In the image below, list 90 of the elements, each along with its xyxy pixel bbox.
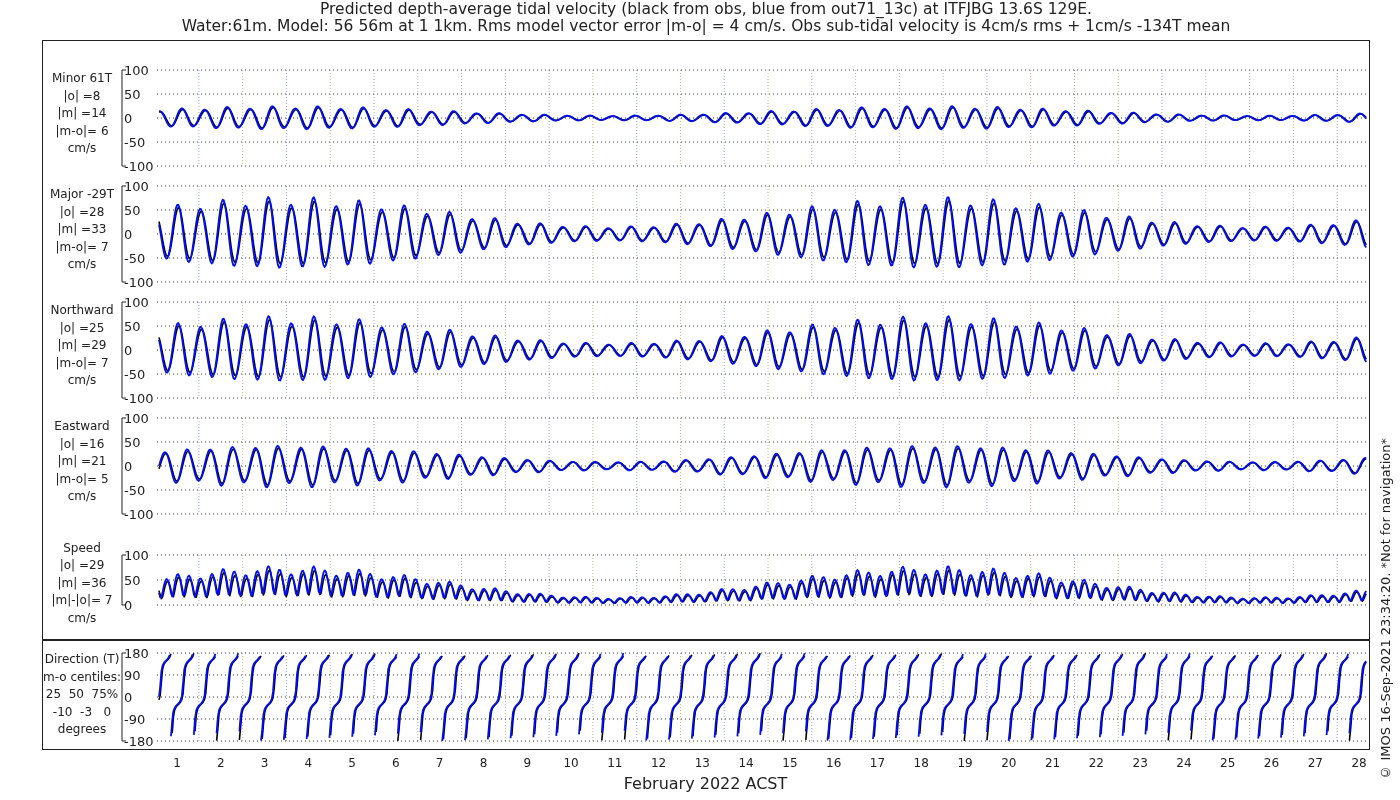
x-tick-label: 21 xyxy=(1044,756,1061,770)
x-tick-label: 23 xyxy=(1132,756,1148,770)
y-tick-label: 50 xyxy=(124,86,141,102)
y-tick-label: 0 xyxy=(124,342,133,358)
stat-label: cm/s xyxy=(67,140,97,158)
x-tick-label: 11 xyxy=(607,756,623,770)
stat-label: -10 -3 0 xyxy=(52,703,112,721)
credit-text: © IMOS 16-Sep-2021 23:34:20. *Not for navigation* xyxy=(1377,438,1393,780)
stat-label: Eastward xyxy=(54,418,110,436)
x-tick-label: 22 xyxy=(1088,756,1104,770)
x-tick-label: 3 xyxy=(260,756,269,770)
x-tick-label: 24 xyxy=(1176,756,1192,770)
y-tick-label: 50 xyxy=(124,318,141,334)
stat-label: |m|-|o|= 7 xyxy=(51,592,113,610)
x-tick-label: 4 xyxy=(304,756,313,770)
y-tick-label: -100 xyxy=(124,274,154,288)
stat-label: |m| =33 xyxy=(57,221,107,239)
x-tick-label: 25 xyxy=(1220,756,1236,770)
y-tick-label: 50 xyxy=(124,202,141,218)
y-tick-label: 90 xyxy=(124,667,141,683)
y-tick-label: 0 xyxy=(124,597,133,613)
y-tick-label: -50 xyxy=(124,482,146,498)
stat-label: |m| =21 xyxy=(57,453,107,471)
y-tick-label: 0 xyxy=(124,110,133,126)
stat-label: |m-o|= 5 xyxy=(55,470,109,488)
y-tick-label: 0 xyxy=(124,458,133,474)
x-tick-label: 16 xyxy=(826,756,842,770)
stat-label: |o| =28 xyxy=(59,203,105,221)
y-tick-label: 100 xyxy=(124,410,149,426)
x-tick-label: 1 xyxy=(173,756,181,770)
y-tick-label: -50 xyxy=(124,250,146,266)
stat-label: |m-o|= 6 xyxy=(55,122,109,140)
y-tick-label: 50 xyxy=(124,572,141,588)
x-tick-label: 9 xyxy=(523,756,532,770)
x-tick-label: 5 xyxy=(348,756,356,770)
x-tick-label: 13 xyxy=(694,756,710,770)
x-tick-label: 6 xyxy=(392,756,400,770)
stat-label: Direction (T) xyxy=(44,651,120,669)
y-tick-label: 50 xyxy=(124,434,141,450)
x-tick-label: 17 xyxy=(869,756,886,770)
stat-label: Northward xyxy=(50,302,114,320)
y-tick-label: -90 xyxy=(124,711,146,727)
x-tick-label: 2 xyxy=(216,756,225,770)
y-tick-label: 0 xyxy=(124,226,133,242)
stat-label: |m-o|= 7 xyxy=(55,238,109,256)
stat-label: |o| =29 xyxy=(59,557,105,575)
y-tick-label: -100 xyxy=(124,390,154,404)
x-tick-label: 28 xyxy=(1351,756,1367,770)
y-tick-label: -50 xyxy=(124,366,146,382)
x-tick-label: 19 xyxy=(957,756,973,770)
stat-label: |o| =8 xyxy=(63,87,101,105)
chart-title: Water:61m. Model: 56 56m at 1 1km. Rms model vector error |m-o| = 4 cm/s. Obs sub-tidal velocity is 4cm/s rms + 1cm/s -134T mean xyxy=(181,18,1231,35)
y-tick-label: 100 xyxy=(124,62,149,78)
x-tick-label: 10 xyxy=(563,756,579,770)
stat-label: |m| =29 xyxy=(57,337,107,355)
chart-title: Predicted depth-average tidal velocity (black from obs, blue from out71_13c) at ITFJBG 13.6S 129E. xyxy=(320,1,1092,18)
y-tick-label: 0 xyxy=(124,689,133,705)
x-tick-label: 15 xyxy=(782,756,798,770)
x-tick-label: 12 xyxy=(650,756,667,770)
x-tick-label: 18 xyxy=(913,756,929,770)
stat-label: cm/s xyxy=(67,488,97,506)
x-tick-label: 14 xyxy=(738,756,754,770)
x-axis-label: February 2022 ACST xyxy=(623,774,788,793)
stat-label: Minor 61T xyxy=(52,70,112,88)
y-tick-label: 100 xyxy=(124,178,149,194)
x-tick-label: 20 xyxy=(1001,756,1017,770)
y-tick-label: -100 xyxy=(124,158,154,172)
stat-label: |m-o|= 7 xyxy=(55,354,109,372)
y-tick-label: 100 xyxy=(124,294,149,310)
x-tick-label: 26 xyxy=(1263,756,1280,770)
y-tick-label: -50 xyxy=(124,134,146,150)
stat-label: Speed xyxy=(63,539,101,557)
stat-label: cm/s xyxy=(67,372,97,390)
stat-label: |m| =36 xyxy=(57,574,107,592)
stat-label: degrees xyxy=(57,721,107,739)
x-tick-label: 27 xyxy=(1307,756,1323,770)
stat-label: |o| =16 xyxy=(59,435,105,453)
y-tick-label: 100 xyxy=(124,547,149,563)
y-tick-label: 180 xyxy=(124,645,149,661)
x-tick-label: 8 xyxy=(479,756,488,770)
stat-label: |m| =14 xyxy=(57,105,107,123)
stat-label: 25 50 75% xyxy=(45,686,119,704)
stat-label: cm/s xyxy=(67,609,97,627)
y-tick-label: -180 xyxy=(124,733,154,749)
y-tick-label: -100 xyxy=(124,506,154,520)
x-tick-label: 7 xyxy=(435,756,444,770)
stat-label: Major -29T xyxy=(49,186,115,204)
stat-label: |o| =25 xyxy=(59,319,105,337)
stat-label: cm/s xyxy=(67,256,97,274)
stat-label: m-o centiles: xyxy=(43,668,122,686)
